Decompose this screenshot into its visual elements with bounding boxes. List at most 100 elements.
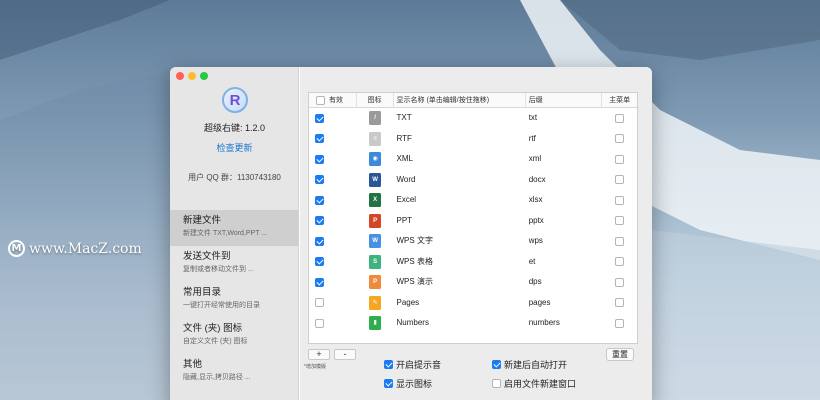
- wps-presentation-file-icon[interactable]: P: [369, 275, 382, 290]
- sidebar-item-folder-icons[interactable]: 文件 (夹) 图标 自定义文件 (夹) 图标: [170, 318, 299, 354]
- option-new-window[interactable]: 启用文件新建窗口: [492, 377, 576, 390]
- enabled-checkbox[interactable]: [315, 318, 324, 328]
- extension-cell[interactable]: rtf: [526, 129, 603, 150]
- extension-cell[interactable]: et: [526, 252, 603, 273]
- display-name-cell[interactable]: Pages: [394, 293, 526, 314]
- wps-writer-file-icon[interactable]: W: [369, 234, 382, 249]
- pages-file-icon[interactable]: ✎: [369, 295, 382, 310]
- main-menu-checkbox[interactable]: [615, 298, 625, 308]
- sidebar: R 超级右键: 1.2.0 检查更新 用户 QQ 群：1130743180 新建…: [170, 67, 299, 400]
- main-menu-checkbox[interactable]: [615, 257, 625, 267]
- extension-cell[interactable]: docx: [526, 170, 603, 191]
- sidebar-item-other[interactable]: 其他 隐藏,显示,拷贝路径 ...: [170, 354, 299, 390]
- reset-button[interactable]: 重置: [606, 348, 634, 361]
- auto-open-label: 新建后自动打开: [504, 360, 568, 370]
- display-name-cell[interactable]: WPS 演示: [394, 272, 526, 293]
- option-auto-open[interactable]: 新建后自动打开: [492, 358, 567, 371]
- main-menu-checkbox[interactable]: [615, 236, 625, 246]
- display-name-cell[interactable]: Word: [394, 170, 526, 191]
- sidebar-item-send-to[interactable]: 发送文件到 复制或者移动文件到 ...: [170, 246, 299, 282]
- maximize-window-button[interactable]: [200, 72, 208, 80]
- option-show-icon[interactable]: 显示图标: [384, 377, 432, 390]
- powerpoint-file-icon[interactable]: P: [369, 213, 382, 228]
- extension-cell[interactable]: pptx: [526, 211, 603, 232]
- extension-cell[interactable]: xml: [526, 149, 603, 170]
- qq-group-text: 用户 QQ 群：1130743180: [188, 173, 281, 182]
- table-row[interactable]: ✎ Pages pages: [309, 293, 637, 314]
- header-main-menu[interactable]: 主菜单: [602, 93, 637, 107]
- remove-template-button[interactable]: -: [334, 349, 356, 360]
- sidebar-item-common-dirs[interactable]: 常用目录 一键打开经常使用的目录: [170, 282, 299, 318]
- table-row[interactable]: W WPS 文字 wps: [309, 231, 637, 252]
- enabled-checkbox[interactable]: [315, 236, 324, 246]
- table-row[interactable]: W Word docx: [309, 170, 637, 191]
- enabled-cell: [309, 149, 357, 170]
- table-row[interactable]: / TXT txt: [309, 108, 637, 129]
- enabled-checkbox[interactable]: [315, 175, 324, 185]
- add-template-button[interactable]: +: [308, 349, 330, 360]
- main-menu-checkbox[interactable]: [615, 134, 625, 144]
- enabled-checkbox[interactable]: [315, 277, 324, 287]
- word-file-icon[interactable]: W: [369, 172, 382, 187]
- header-extension[interactable]: 后缀: [526, 93, 603, 107]
- table-row[interactable]: ≡ RTF rtf: [309, 129, 637, 150]
- header-icon[interactable]: 图标: [357, 93, 394, 107]
- display-name-cell[interactable]: PPT: [394, 211, 526, 232]
- enabled-checkbox[interactable]: [315, 113, 324, 123]
- display-name-cell[interactable]: TXT: [394, 108, 526, 129]
- enabled-checkbox[interactable]: [315, 216, 324, 226]
- select-all-checkbox[interactable]: [316, 95, 325, 105]
- wps-sheet-file-icon[interactable]: S: [369, 254, 382, 269]
- enabled-cell: [309, 272, 357, 293]
- main-menu-checkbox[interactable]: [615, 175, 625, 185]
- extension-cell[interactable]: xlsx: [526, 190, 603, 211]
- extension-cell[interactable]: dps: [526, 272, 603, 293]
- table-row[interactable]: S WPS 表格 et: [309, 252, 637, 273]
- enabled-checkbox[interactable]: [315, 257, 324, 267]
- extension-cell[interactable]: pages: [526, 293, 603, 314]
- xml-file-icon[interactable]: ◉: [369, 152, 382, 167]
- icon-cell: ≡: [357, 129, 394, 150]
- rtf-file-icon[interactable]: ≡: [369, 131, 382, 146]
- option-open-sound[interactable]: 开启提示音: [384, 358, 441, 371]
- watermark-logo-icon: M: [8, 240, 25, 257]
- display-name-cell[interactable]: Excel: [394, 190, 526, 211]
- icon-cell: ✎: [357, 293, 394, 314]
- main-menu-checkbox[interactable]: [615, 195, 625, 205]
- main-menu-checkbox[interactable]: [615, 154, 625, 164]
- new-window-checkbox[interactable]: [492, 379, 501, 388]
- display-name-cell[interactable]: XML: [394, 149, 526, 170]
- table-row[interactable]: P WPS 演示 dps: [309, 272, 637, 293]
- open-sound-checkbox[interactable]: [384, 360, 393, 369]
- enabled-checkbox[interactable]: [315, 134, 324, 144]
- auto-open-checkbox[interactable]: [492, 360, 501, 369]
- table-row[interactable]: ◉ XML xml: [309, 149, 637, 170]
- main-menu-checkbox[interactable]: [615, 277, 625, 287]
- extension-cell[interactable]: txt: [526, 108, 603, 129]
- show-icon-checkbox[interactable]: [384, 379, 393, 388]
- main-menu-checkbox[interactable]: [615, 318, 625, 328]
- txt-file-icon[interactable]: /: [369, 111, 382, 126]
- display-name-cell[interactable]: RTF: [394, 129, 526, 150]
- enabled-checkbox[interactable]: [315, 154, 324, 164]
- main-menu-checkbox[interactable]: [615, 113, 625, 123]
- check-update-link[interactable]: 检查更新: [170, 141, 299, 154]
- table-row[interactable]: X Excel xlsx: [309, 190, 637, 211]
- main-menu-checkbox[interactable]: [615, 216, 625, 226]
- table-row[interactable]: P PPT pptx: [309, 211, 637, 232]
- table-row[interactable]: ▮ Numbers numbers: [309, 313, 637, 334]
- minimize-window-button[interactable]: [188, 72, 196, 80]
- sidebar-item-new-file[interactable]: 新建文件 新建文件 TXT,Word,PPT ...: [170, 210, 299, 246]
- extension-cell[interactable]: numbers: [526, 313, 603, 334]
- enabled-checkbox[interactable]: [315, 195, 324, 205]
- main-menu-cell: [602, 129, 637, 150]
- enabled-checkbox[interactable]: [315, 298, 324, 308]
- display-name-cell[interactable]: WPS 表格: [394, 252, 526, 273]
- display-name-cell[interactable]: Numbers: [394, 313, 526, 334]
- excel-file-icon[interactable]: X: [369, 193, 382, 208]
- numbers-file-icon[interactable]: ▮: [369, 316, 382, 331]
- display-name-cell[interactable]: WPS 文字: [394, 231, 526, 252]
- extension-cell[interactable]: wps: [526, 231, 603, 252]
- close-window-button[interactable]: [176, 72, 184, 80]
- header-name[interactable]: 显示名称 (单击编辑/按住拖移): [394, 93, 526, 107]
